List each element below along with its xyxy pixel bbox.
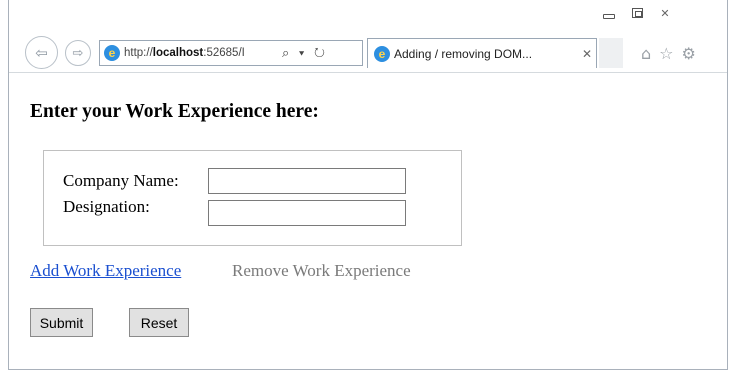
submit-button[interactable]: Submit — [30, 308, 93, 337]
maximize-icon — [631, 8, 643, 18]
close-window-button[interactable]: ✕ — [651, 2, 679, 24]
title-bar: ✕ — [9, 0, 727, 32]
browser-window: ✕ ⇦ ⇨ e http://localhost:52685/I ⌕ ▾ ↻ e… — [8, 0, 728, 370]
new-tab-button[interactable] — [599, 38, 623, 68]
ie-logo-icon: e — [104, 45, 120, 61]
tab-close-icon[interactable]: ✕ — [582, 47, 592, 61]
close-icon: ✕ — [660, 6, 670, 20]
company-name-input[interactable] — [208, 168, 406, 194]
arrow-left-icon: ⇦ — [35, 43, 48, 62]
arrow-right-icon: ⇨ — [72, 45, 84, 61]
minimize-button[interactable] — [595, 2, 623, 24]
minimize-icon — [603, 13, 615, 19]
navigation-bar: ⇦ ⇨ e http://localhost:52685/I ⌕ ▾ ↻ e A… — [9, 32, 727, 72]
search-refresh-icons[interactable]: ⌕ ▾ ↻ — [282, 45, 328, 61]
gear-icon[interactable]: ⚙ — [682, 44, 696, 63]
page-content: Enter your Work Experience here: Company… — [9, 73, 727, 369]
reset-button[interactable]: Reset — [129, 308, 189, 337]
ie-tab-icon: e — [374, 45, 390, 62]
toolbar-icons: ⌂ ☆ ⚙ — [641, 42, 725, 64]
star-icon[interactable]: ☆ — [659, 44, 673, 63]
address-bar[interactable]: e http://localhost:52685/I ⌕ ▾ ↻ — [99, 40, 363, 66]
remove-work-experience-link: Remove Work Experience — [232, 261, 411, 280]
designation-label: Designation: — [63, 197, 150, 216]
company-name-label: Company Name: — [63, 171, 179, 190]
add-work-experience-link[interactable]: Add Work Experience — [30, 261, 181, 281]
tab-title: Adding / removing DOM... — [394, 46, 533, 61]
address-url[interactable]: http://localhost:52685/I — [124, 47, 276, 59]
designation-input[interactable] — [208, 200, 406, 226]
work-experience-fieldset: Company Name: Designation: — [43, 150, 462, 246]
browser-tab[interactable]: e Adding / removing DOM... ✕ — [367, 38, 597, 68]
forward-button[interactable]: ⇨ — [65, 40, 91, 66]
page-title: Enter your Work Experience here: — [30, 101, 319, 122]
maximize-button[interactable] — [623, 2, 651, 24]
home-icon[interactable]: ⌂ — [641, 44, 651, 63]
back-button[interactable]: ⇦ — [25, 36, 58, 69]
